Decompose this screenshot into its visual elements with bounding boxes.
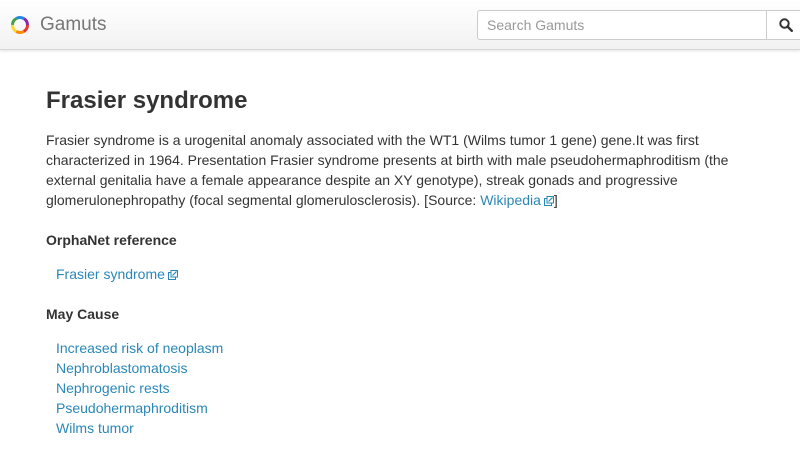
orphanet-heading: OrphaNet reference — [46, 232, 177, 248]
external-link-icon — [167, 270, 178, 280]
may-cause-link[interactable]: Nephroblastomatosis — [56, 360, 188, 376]
wikipedia-source-link[interactable]: Wikipedia — [480, 192, 554, 208]
brand-name: Gamuts — [40, 14, 107, 35]
top-navbar: Gamuts — [0, 0, 800, 50]
may-cause-list: Increased risk of neoplasm Nephroblastom… — [56, 338, 746, 438]
may-cause-heading: May Cause — [46, 306, 120, 322]
brand-link[interactable]: Gamuts — [10, 14, 107, 36]
orphanet-list: Frasier syndrome — [56, 264, 746, 284]
wikipedia-link-label: Wikipedia — [480, 192, 541, 208]
search-input[interactable] — [477, 10, 767, 40]
may-cause-link[interactable]: Nephrogenic rests — [56, 380, 170, 396]
orphanet-link-label: Frasier syndrome — [56, 266, 165, 282]
list-item: Frasier syndrome — [56, 264, 746, 284]
orphanet-link[interactable]: Frasier syndrome — [56, 266, 178, 282]
list-item: Nephroblastomatosis — [56, 358, 746, 378]
may-cause-link[interactable]: Pseudohermaphroditism — [56, 400, 208, 416]
search-icon — [779, 18, 793, 32]
list-item: Increased risk of neoplasm — [56, 338, 746, 358]
may-cause-link[interactable]: Increased risk of neoplasm — [56, 340, 223, 356]
may-cause-link[interactable]: Wilms tumor — [56, 420, 134, 436]
list-item: Wilms tumor — [56, 418, 746, 438]
list-item: Pseudohermaphroditism — [56, 398, 746, 418]
list-item: Nephrogenic rests — [56, 378, 746, 398]
description-paragraph: Frasier syndrome is a urogenital anomaly… — [46, 130, 736, 210]
source-bracket-close: ] — [553, 192, 558, 208]
external-link-icon — [543, 196, 554, 206]
search-button[interactable] — [766, 10, 800, 40]
page-title: Frasier syndrome — [46, 87, 248, 114]
description-text: Frasier syndrome is a urogenital anomaly… — [46, 132, 729, 208]
main-content: Frasier syndrome Frasier syndrome is a u… — [46, 86, 746, 438]
gamuts-logo-icon — [11, 16, 29, 34]
